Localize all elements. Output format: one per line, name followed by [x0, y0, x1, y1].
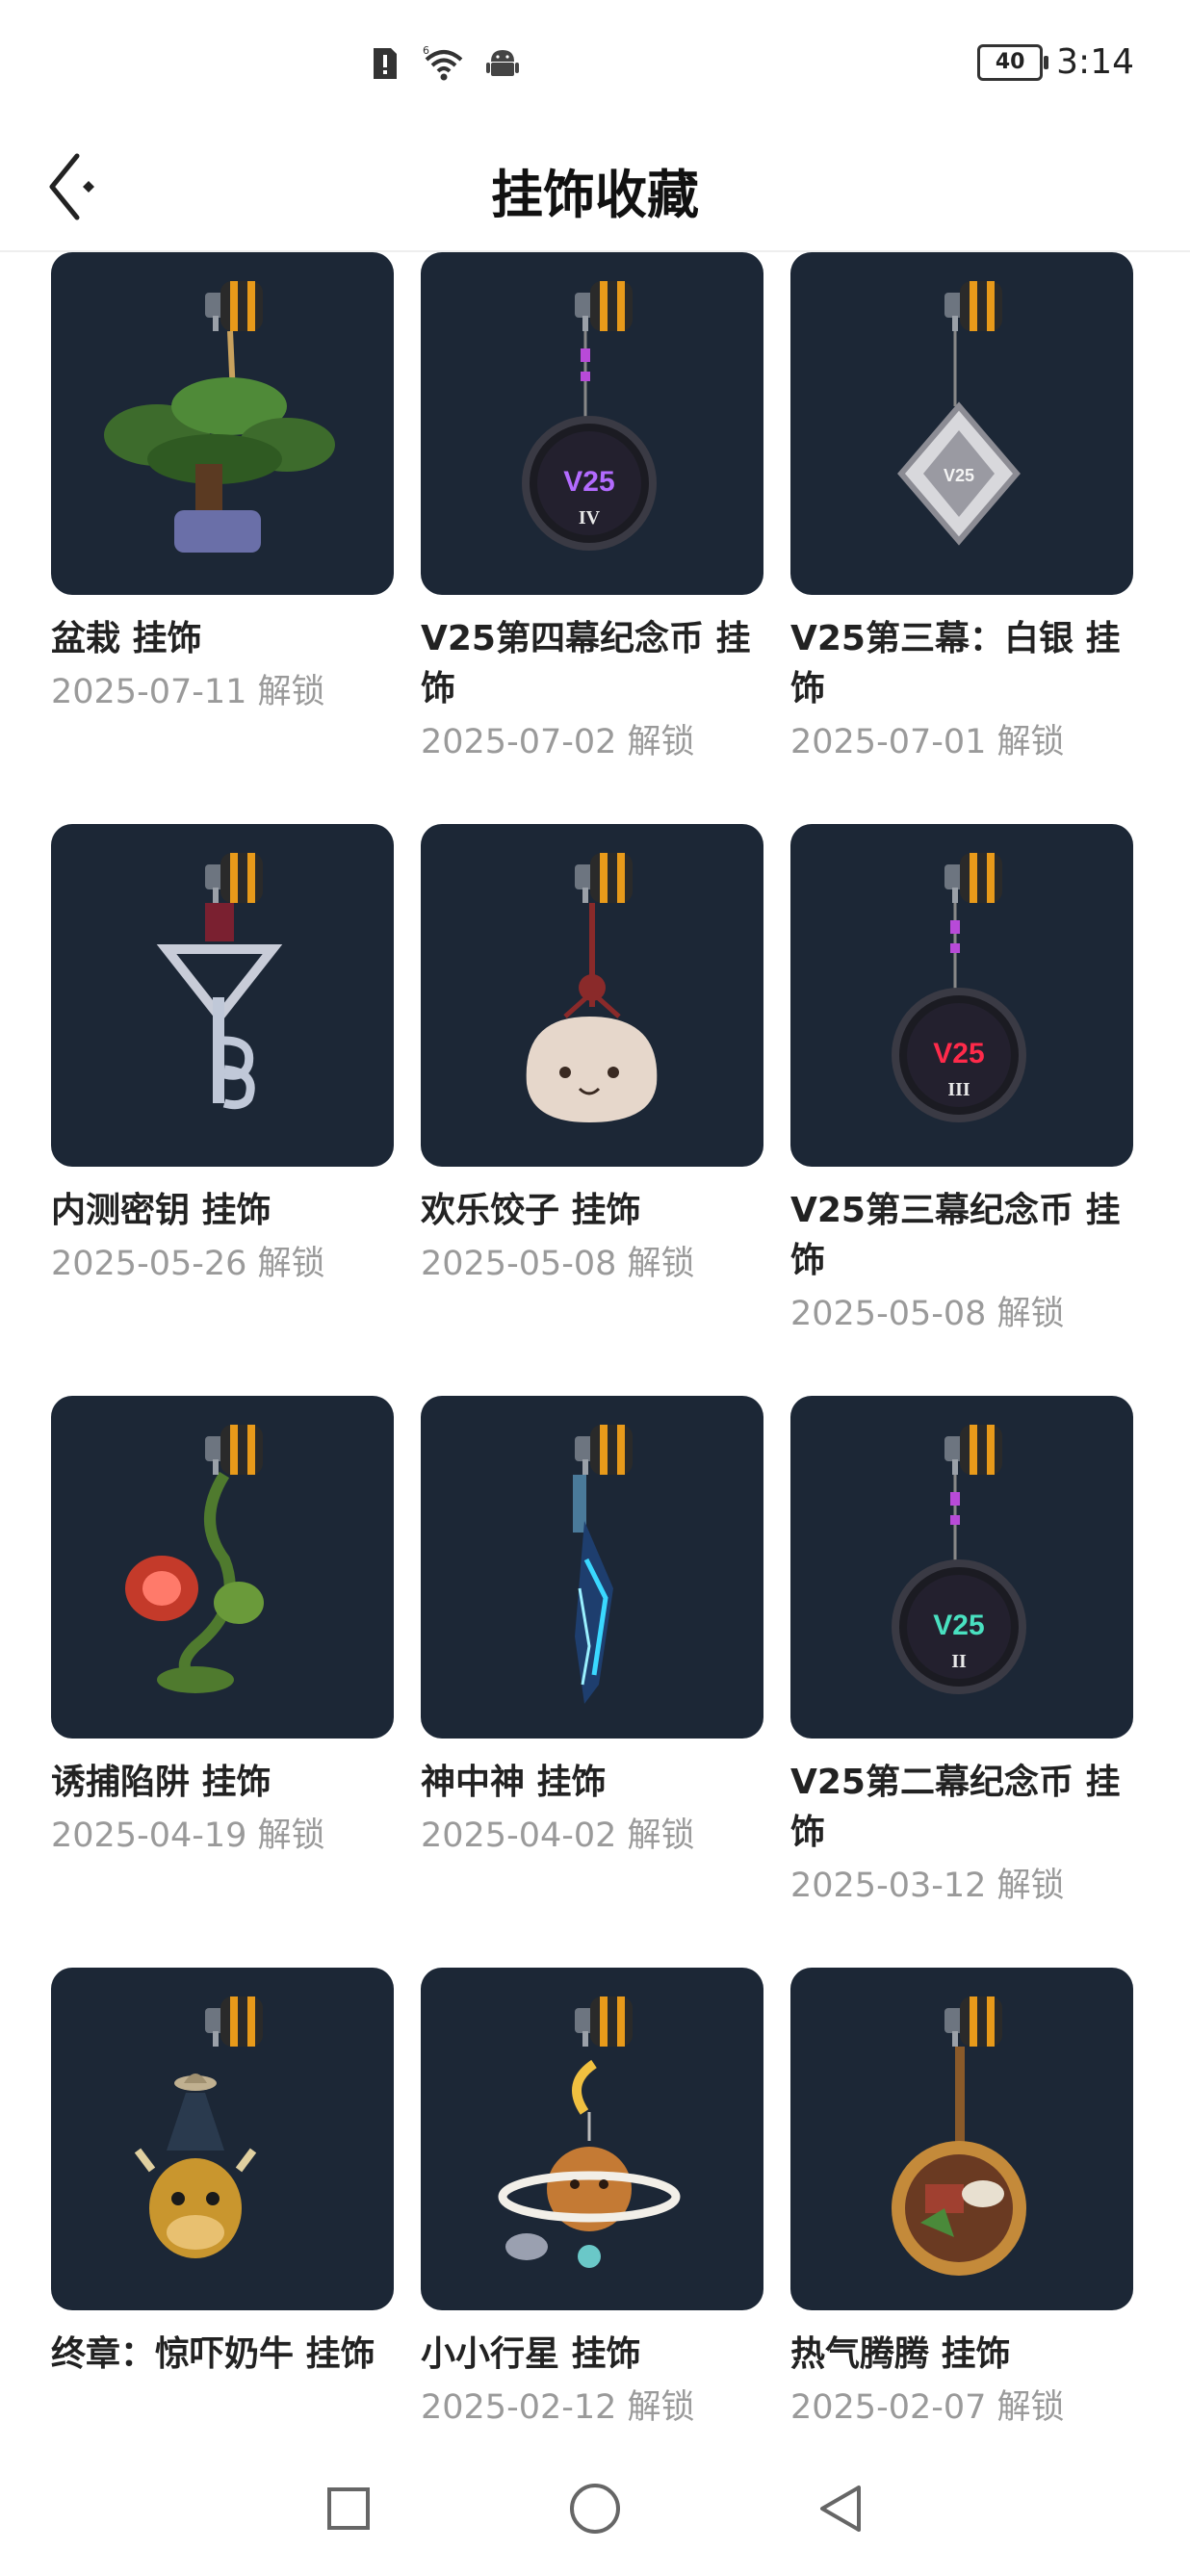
- v25-silver-charm-icon: V25: [897, 281, 1021, 546]
- status-icons: 6: [366, 44, 522, 83]
- cow-ufo-charm-icon: [134, 1996, 263, 2258]
- unlock-date: 2025-02-12 解锁: [421, 2388, 695, 2427]
- charm-card[interactable]: 欢乐饺子 挂饰 2025-05-08 解锁: [421, 824, 763, 1396]
- charm-name: 欢乐饺子 挂饰: [421, 1191, 641, 1230]
- charm-card[interactable]: 诱捕陷阱 挂饰 2025-04-19 解锁: [51, 1396, 394, 1968]
- android-icon: [486, 50, 519, 76]
- charm-card[interactable]: 内测密钥 挂饰 2025-05-26 解锁: [51, 824, 394, 1396]
- charm-thumbnail: [51, 1396, 394, 1739]
- charm-name: V25第三幕：白银 挂饰: [790, 619, 1121, 708]
- charm-thumbnail: [51, 252, 394, 595]
- status-bar: 6 40 3:14: [0, 0, 1190, 125]
- clip-icon: [944, 281, 1002, 331]
- battery-icon: 40: [977, 43, 1049, 81]
- charm-thumbnail: [421, 1968, 763, 2310]
- charm-card[interactable]: 神中神 挂饰 2025-04-02 解锁: [421, 1396, 763, 1968]
- v25-iii-coin-charm-icon: V25 III: [892, 853, 1026, 1122]
- charm-name: V25第四幕纪念币 挂饰: [421, 619, 751, 708]
- planet-charm-icon: [498, 1996, 681, 2268]
- charm-name: V25第二幕纪念币 挂饰: [790, 1763, 1121, 1852]
- clip-icon: [944, 1425, 1002, 1475]
- charm-name: 诱捕陷阱 挂饰: [51, 1763, 272, 1802]
- page-title: 挂饰收藏: [491, 165, 699, 225]
- charm-thumbnail: [51, 824, 394, 1167]
- trap-plant-charm-icon: [125, 1425, 264, 1693]
- unlock-date: 2025-05-08 解锁: [421, 1245, 695, 1283]
- svg-text:III: III: [947, 1079, 970, 1100]
- clip-icon: [205, 281, 263, 331]
- v25-iv-coin-charm-icon: V25 IV: [522, 281, 657, 551]
- svg-text:IV: IV: [579, 507, 601, 528]
- charm-name: 神中神 挂饰: [421, 1763, 607, 1802]
- charm-card[interactable]: V25 V25第三幕：白银 挂饰 2025-07-01 解锁: [790, 252, 1133, 824]
- dumpling-charm-icon: [526, 853, 658, 1122]
- unlock-date: 2025-07-02 解锁: [421, 723, 695, 761]
- charm-thumbnail: [790, 1968, 1133, 2310]
- bonsai-charm-icon: [104, 281, 335, 553]
- svg-text:V25: V25: [563, 466, 614, 498]
- clip-icon: [575, 1425, 633, 1475]
- unlock-date: 2025-05-26 解锁: [51, 1245, 325, 1283]
- unlock-date: 2025-02-07 解锁: [790, 2388, 1065, 2427]
- unlock-date: 2025-04-02 解锁: [421, 1816, 695, 1855]
- square-recents-icon[interactable]: [318, 2478, 379, 2539]
- navigation-bar: [0, 2441, 1190, 2576]
- unlock-date: 2025-07-11 解锁: [51, 673, 325, 711]
- clip-icon: [575, 1996, 633, 2047]
- charm-card[interactable]: 盆栽 挂饰 2025-07-11 解锁: [51, 252, 394, 824]
- blade-charm-icon: [573, 1425, 633, 1704]
- charm-card[interactable]: V25 III V25第三幕纪念币 挂饰 2025-05-08 解锁: [790, 824, 1133, 1396]
- charm-name: 内测密钥 挂饰: [51, 1191, 272, 1230]
- charm-thumbnail: V25 IV: [421, 252, 763, 595]
- svg-text:II: II: [951, 1651, 967, 1672]
- hotpot-charm-icon: [892, 1996, 1026, 2276]
- charm-thumbnail: V25 II: [790, 1396, 1133, 1739]
- clip-icon: [944, 853, 1002, 903]
- header: 挂饰收藏: [0, 125, 1190, 252]
- svg-text:V25: V25: [944, 466, 974, 485]
- charm-name: 终章：惊吓奶牛 挂饰: [51, 2334, 375, 2374]
- charm-card[interactable]: V25 II V25第二幕纪念币 挂饰 2025-03-12 解锁: [790, 1396, 1133, 1968]
- charm-name: V25第三幕纪念币 挂饰: [790, 1191, 1121, 1280]
- clip-icon: [944, 1996, 1002, 2047]
- v25-ii-coin-charm-icon: V25 II: [892, 1425, 1026, 1694]
- status-time: 3:14: [1056, 42, 1134, 82]
- circle-home-icon[interactable]: [564, 2478, 626, 2539]
- svg-text:V25: V25: [933, 1038, 984, 1069]
- unlock-date: 2025-04-19 解锁: [51, 1816, 325, 1855]
- beta-key-charm-icon: [156, 853, 283, 1110]
- charm-grid: 盆栽 挂饰 2025-07-11 解锁 V25 IV V25第四幕纪念币 挂饰 2025-…: [51, 252, 1133, 2539]
- clip-icon: [575, 853, 633, 903]
- unlock-date: 2025-07-01 解锁: [790, 723, 1065, 761]
- charm-thumbnail: [421, 1396, 763, 1739]
- wifi-icon: 6: [423, 44, 463, 81]
- charm-name: 小小行星 挂饰: [421, 2334, 641, 2374]
- charm-thumbnail: [51, 1968, 394, 2310]
- status-right: 40 3:14: [977, 42, 1134, 82]
- charm-thumbnail: [421, 824, 763, 1167]
- charm-name: 热气腾腾 挂饰: [790, 2334, 1011, 2374]
- clip-icon: [205, 1996, 263, 2047]
- alert-icon: [374, 48, 397, 79]
- clip-icon: [575, 281, 633, 331]
- charm-card[interactable]: V25 IV V25第四幕纪念币 挂饰 2025-07-02 解锁: [421, 252, 763, 824]
- triangle-back-icon[interactable]: [811, 2478, 872, 2539]
- charm-name: 盆栽 挂饰: [51, 619, 202, 658]
- wifi-label: 6: [423, 44, 429, 57]
- unlock-date: 2025-05-08 解锁: [790, 1295, 1065, 1333]
- unlock-date: 2025-03-12 解锁: [790, 1867, 1065, 1905]
- clip-icon: [205, 1425, 263, 1475]
- svg-text:V25: V25: [933, 1610, 984, 1641]
- charm-thumbnail: V25 III: [790, 824, 1133, 1167]
- clip-icon: [205, 853, 263, 903]
- charm-thumbnail: V25: [790, 252, 1133, 595]
